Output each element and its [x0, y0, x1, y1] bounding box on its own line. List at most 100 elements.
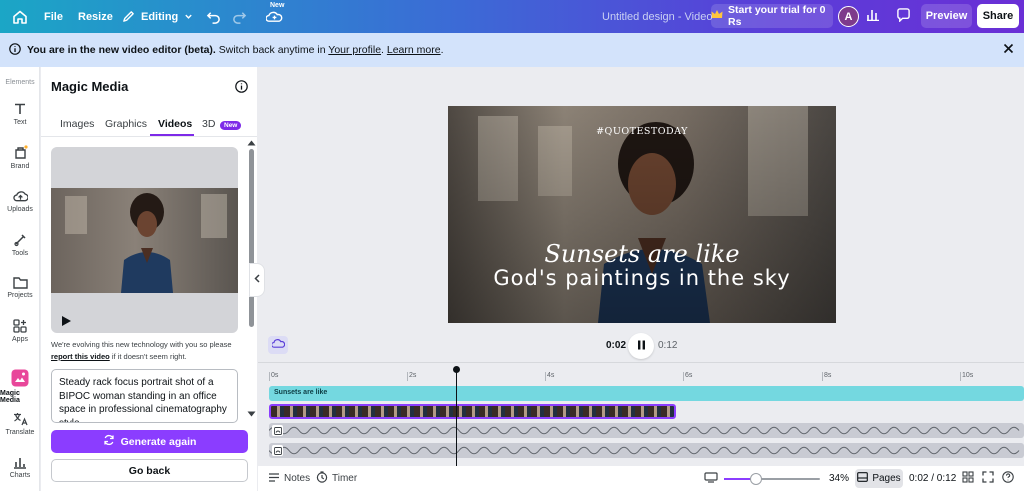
text-track[interactable] [269, 386, 1024, 401]
rail-label: Brand [10, 163, 30, 170]
start-trial-button[interactable]: Start your trial for 0 Rs [711, 4, 833, 28]
fullscreen-button[interactable] [982, 466, 994, 491]
share-button[interactable]: Share [977, 4, 1019, 28]
insights-button[interactable] [862, 5, 884, 27]
top-bar: File Resize Editing New Untitled design … [0, 0, 1024, 33]
disclaimer-text: We're evolving this new technology with … [51, 339, 241, 363]
rail-label: Tools [11, 250, 29, 257]
tab-3d[interactable]: 3D [202, 118, 215, 130]
playhead-handle[interactable] [453, 366, 460, 373]
tick-label: 6s [685, 372, 693, 379]
trial-label: Start your trial for 0 Rs [728, 4, 826, 28]
rail-item-apps[interactable]: Apps [0, 319, 40, 343]
pages-icon [857, 472, 869, 485]
undo-icon [206, 9, 221, 24]
canvas-video-frame [448, 106, 836, 323]
rail-item-elements[interactable]: Elements [0, 79, 40, 86]
expand-icon [982, 471, 994, 486]
tick-label: 4s [547, 372, 555, 379]
file-menu-button[interactable]: File [44, 0, 63, 33]
tick-mark [822, 372, 823, 381]
rail-item-brand[interactable]: Brand [0, 145, 40, 170]
rail-item-magic-media[interactable]: Magic Media [0, 369, 40, 404]
generated-video-card[interactable] [51, 147, 238, 333]
info-icon[interactable] [235, 80, 248, 96]
disclaimer-part: if it doesn't seem right. [109, 352, 187, 361]
beta-banner: You are in the new video editor (beta). … [0, 33, 1024, 67]
tick-label: 8s [824, 372, 832, 379]
panel-title: Magic Media [51, 79, 129, 94]
undo-button[interactable] [206, 0, 221, 33]
editing-mode-button[interactable]: Editing [122, 0, 193, 33]
zoom-level[interactable]: 34% [829, 466, 849, 491]
redo-button[interactable] [232, 0, 247, 33]
scroll-up-icon[interactable] [247, 137, 256, 149]
rail-label: Projects [7, 292, 33, 299]
tab-videos[interactable]: Videos [158, 118, 192, 130]
tools-icon [13, 233, 27, 247]
banner-text: . [440, 44, 444, 56]
tick-label: 0s [271, 372, 279, 379]
playhead[interactable] [456, 369, 457, 466]
report-video-link[interactable]: report this video [51, 352, 110, 361]
scrollbar-thumb[interactable] [249, 149, 254, 327]
rail-item-uploads[interactable]: Uploads [0, 189, 40, 213]
tab-images[interactable]: Images [60, 118, 94, 130]
help-button[interactable] [1002, 466, 1014, 491]
zoom-slider-handle[interactable] [750, 473, 762, 485]
notes-button[interactable]: Notes [268, 466, 310, 491]
resize-button[interactable]: Resize [78, 0, 113, 33]
screen-icon [704, 471, 718, 486]
info-icon [9, 42, 21, 58]
audio-track[interactable] [269, 443, 1024, 458]
go-back-button[interactable]: Go back [51, 459, 248, 482]
timer-button[interactable]: Timer [316, 466, 357, 491]
audio-waveform [269, 426, 1020, 435]
disclaimer-part: We're evolving this new technology with … [51, 340, 232, 349]
rail-item-translate[interactable]: Translate [0, 412, 40, 436]
avatar[interactable]: A [838, 6, 859, 27]
generate-again-button[interactable]: Generate again [51, 430, 248, 453]
grid-view-button[interactable] [962, 466, 974, 491]
your-profile-link[interactable]: Your profile [328, 44, 381, 56]
pages-button[interactable]: Pages [855, 469, 903, 488]
help-icon [1002, 471, 1014, 486]
sparkle-cloud-icon [266, 9, 283, 24]
current-time: 0:02 [606, 340, 627, 351]
close-icon[interactable] [1003, 43, 1014, 57]
canvas-hashtag-text[interactable]: #QUOTESTODAY [448, 126, 836, 137]
pause-button[interactable] [628, 333, 654, 359]
collapse-panel-button[interactable] [249, 263, 265, 297]
audio-track[interactable] [269, 423, 1024, 438]
timeline[interactable]: 0s 2s 4s 6s 8s 10s Sunsets are like [258, 362, 1024, 466]
timer-icon [316, 471, 328, 486]
comments-button[interactable] [892, 5, 914, 27]
audio-clip-icon [272, 425, 283, 436]
canvas-caption-text[interactable]: God's paintings in the sky [448, 266, 836, 290]
preview-button[interactable]: Preview [921, 4, 972, 28]
apps-grid-icon [13, 319, 27, 333]
rail-item-tools[interactable]: Tools [0, 233, 40, 257]
canvas-script-text[interactable]: Sunsets are like [448, 240, 836, 268]
rail-item-projects[interactable]: Projects [0, 276, 40, 299]
rail-item-charts[interactable]: Charts [0, 455, 40, 479]
refresh-icon [103, 434, 115, 449]
tab-graphics[interactable]: Graphics [105, 118, 147, 130]
learn-more-link[interactable]: Learn more [387, 44, 441, 56]
left-rail: Elements Text Brand Uploads Tools Projec… [0, 67, 40, 491]
document-title[interactable]: Untitled design - Video [602, 0, 712, 33]
bottom-bar: Notes Timer 34% Pages 0:02 / 0:12 [258, 466, 1024, 491]
rail-item-text[interactable]: Text [0, 102, 40, 126]
fit-screen-button[interactable] [704, 466, 718, 491]
play-icon[interactable] [61, 315, 72, 330]
home-button[interactable] [10, 0, 30, 33]
prompt-input[interactable]: Steady rack focus portrait shot of a BIP… [51, 369, 238, 423]
rail-label: Text [13, 119, 27, 126]
text-track-label: Sunsets are like [274, 389, 328, 396]
banner-text: Switch back anytime in [215, 44, 329, 56]
design-canvas[interactable]: #QUOTESTODAY Sunsets are like God's pain… [448, 106, 836, 323]
magic-tool-button[interactable] [268, 336, 288, 354]
scroll-down-icon[interactable] [247, 408, 256, 420]
video-track[interactable] [269, 404, 676, 419]
audio-clip-icon [272, 445, 283, 456]
